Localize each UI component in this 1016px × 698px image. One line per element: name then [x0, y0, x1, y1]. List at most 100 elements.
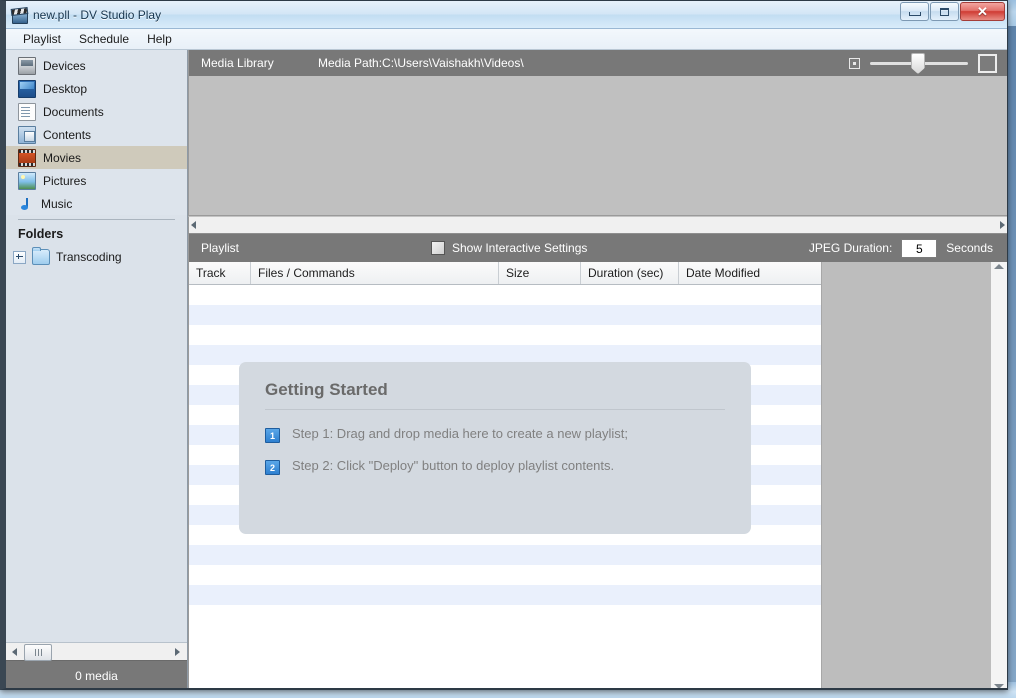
- close-button[interactable]: ✕: [960, 2, 1005, 21]
- sidebar-item-label: Desktop: [43, 81, 88, 96]
- playlist-column-headers: Track Files / Commands Size Duration (se…: [189, 262, 821, 285]
- folders-header: Folders: [18, 227, 64, 241]
- playlist-rows[interactable]: Getting Started 1 Step 1: Drag and drop …: [189, 285, 821, 688]
- thumbnail-size-slider[interactable]: [870, 53, 968, 74]
- slider-thumb[interactable]: [911, 53, 925, 74]
- table-row[interactable]: [189, 285, 821, 305]
- playlist-title: Playlist: [201, 241, 240, 255]
- large-thumbnail-icon[interactable]: [978, 53, 997, 73]
- scroll-left-arrow-icon[interactable]: [191, 221, 196, 229]
- table-row[interactable]: [189, 605, 821, 625]
- playlist-toolbar: Playlist Show Interactive Settings JPEG …: [188, 233, 1007, 262]
- media-library-toolbar: Media Library Media Path:C:\Users\Vaisha…: [188, 50, 1007, 76]
- playlist-area: Track Files / Commands Size Duration (se…: [188, 262, 1007, 688]
- minimize-button[interactable]: [900, 2, 929, 21]
- jpeg-duration-units: Seconds: [946, 241, 993, 255]
- thumbnail-size-controls: [849, 50, 997, 76]
- sidebar-item-music[interactable]: Music: [6, 192, 187, 215]
- column-header-duration[interactable]: Duration (sec): [581, 262, 679, 284]
- scroll-down-arrow-icon[interactable]: [994, 684, 1004, 688]
- sidebar-item-label: Documents: [43, 104, 104, 119]
- getting-started-panel: Getting Started 1 Step 1: Drag and drop …: [239, 362, 751, 534]
- jpeg-duration-input[interactable]: 5: [901, 238, 938, 258]
- application-window: new.pll - DV Studio Play ✕ Playlist Sche…: [0, 0, 1008, 690]
- playlist-empty-panel: [822, 262, 990, 688]
- step-number-badge: 2: [265, 460, 280, 475]
- menu-item-playlist[interactable]: Playlist: [14, 30, 70, 48]
- window-controls: ✕: [899, 2, 1005, 21]
- contents-icon: [18, 125, 36, 144]
- media-library-view[interactable]: [188, 76, 1007, 216]
- title-bar[interactable]: new.pll - DV Studio Play ✕: [6, 1, 1007, 29]
- menu-item-schedule[interactable]: Schedule: [70, 30, 138, 48]
- window-title: new.pll - DV Studio Play: [33, 7, 162, 22]
- table-row[interactable]: [189, 325, 821, 345]
- sidebar-item-desktop[interactable]: Desktop: [6, 77, 187, 100]
- column-header-track[interactable]: Track: [189, 262, 251, 284]
- sidebar-empty-area: [6, 268, 187, 642]
- devices-icon: [18, 56, 36, 75]
- step-text: Step 1: Drag and drop media here to crea…: [292, 426, 629, 441]
- getting-started-divider: [265, 409, 725, 410]
- close-icon: ✕: [977, 3, 988, 19]
- table-row[interactable]: [189, 305, 821, 325]
- step-number-badge: 1: [265, 428, 280, 443]
- table-row[interactable]: [189, 585, 821, 605]
- show-interactive-settings-toggle[interactable]: Show Interactive Settings: [431, 241, 587, 255]
- music-icon: [18, 196, 34, 212]
- sidebar-item-label: Contents: [43, 127, 92, 142]
- sidebar-places-list: Devices Desktop Documents Contents Movie…: [6, 50, 187, 215]
- sidebar-item-label: Devices: [43, 58, 86, 73]
- sidebar-item-devices[interactable]: Devices: [6, 54, 187, 77]
- checkbox-icon[interactable]: [431, 241, 445, 255]
- small-thumbnail-icon[interactable]: [849, 57, 860, 69]
- expand-plus-icon[interactable]: [13, 250, 26, 264]
- column-header-date-modified[interactable]: Date Modified: [679, 262, 820, 284]
- scrollbar-thumb[interactable]: [24, 644, 52, 661]
- sidebar-item-label: Music: [41, 196, 73, 211]
- sidebar-item-contents[interactable]: Contents: [6, 123, 187, 146]
- table-row[interactable]: [189, 565, 821, 585]
- sidebar-item-documents[interactable]: Documents: [6, 100, 187, 123]
- minimize-icon: [908, 12, 921, 16]
- column-header-size[interactable]: Size: [499, 262, 581, 284]
- playlist-vertical-scrollbar[interactable]: [990, 262, 1007, 688]
- main-content: Devices Desktop Documents Contents Movie…: [6, 50, 1007, 688]
- getting-started-step-2: 2 Step 2: Click "Deploy" button to deplo…: [265, 458, 725, 475]
- folder-label: Transcoding: [56, 250, 122, 264]
- pictures-icon: [18, 171, 36, 190]
- jpeg-duration-group: JPEG Duration: 5 Seconds: [809, 234, 993, 262]
- scroll-right-arrow-icon[interactable]: [169, 644, 185, 659]
- menu-bar: Playlist Schedule Help: [6, 29, 1007, 50]
- sidebar-item-label: Pictures: [43, 173, 87, 188]
- media-library-title: Media Library: [201, 56, 274, 70]
- show-interactive-settings-label: Show Interactive Settings: [452, 241, 588, 255]
- scroll-up-arrow-icon[interactable]: [994, 264, 1004, 269]
- playlist-table: Track Files / Commands Size Duration (se…: [189, 262, 822, 688]
- sidebar-item-pictures[interactable]: Pictures: [6, 169, 187, 192]
- sidebar-horizontal-scrollbar[interactable]: [6, 642, 187, 661]
- movies-icon: [18, 148, 36, 167]
- documents-icon: [18, 102, 36, 121]
- scroll-right-arrow-icon[interactable]: [1000, 221, 1005, 229]
- step-text: Step 2: Click "Deploy" button to deploy …: [292, 458, 615, 473]
- sidebar-item-movies[interactable]: Movies: [6, 146, 187, 169]
- right-pane: Media Library Media Path:C:\Users\Vaisha…: [188, 50, 1007, 688]
- sidebar: Devices Desktop Documents Contents Movie…: [6, 50, 188, 688]
- table-row[interactable]: [189, 545, 821, 565]
- maximize-button[interactable]: [930, 2, 959, 21]
- scroll-left-arrow-icon[interactable]: [6, 644, 22, 659]
- film-clapper-icon: [10, 6, 29, 24]
- sidebar-folder-transcoding[interactable]: Transcoding: [6, 246, 187, 268]
- getting-started-step-1: 1 Step 1: Drag and drop media here to cr…: [265, 426, 725, 443]
- column-header-files-commands[interactable]: Files / Commands: [251, 262, 499, 284]
- media-library-horizontal-scrollbar[interactable]: [188, 216, 1007, 233]
- sidebar-item-label: Movies: [43, 150, 82, 165]
- desktop-icon: [18, 79, 36, 98]
- folder-icon: [32, 247, 50, 265]
- media-count-status: 0 media: [6, 660, 187, 688]
- menu-item-help[interactable]: Help: [138, 30, 181, 48]
- maximize-icon: [940, 7, 949, 16]
- media-path-label: Media Path:C:\Users\Vaishakh\Videos\: [318, 56, 524, 70]
- getting-started-title: Getting Started: [265, 380, 388, 399]
